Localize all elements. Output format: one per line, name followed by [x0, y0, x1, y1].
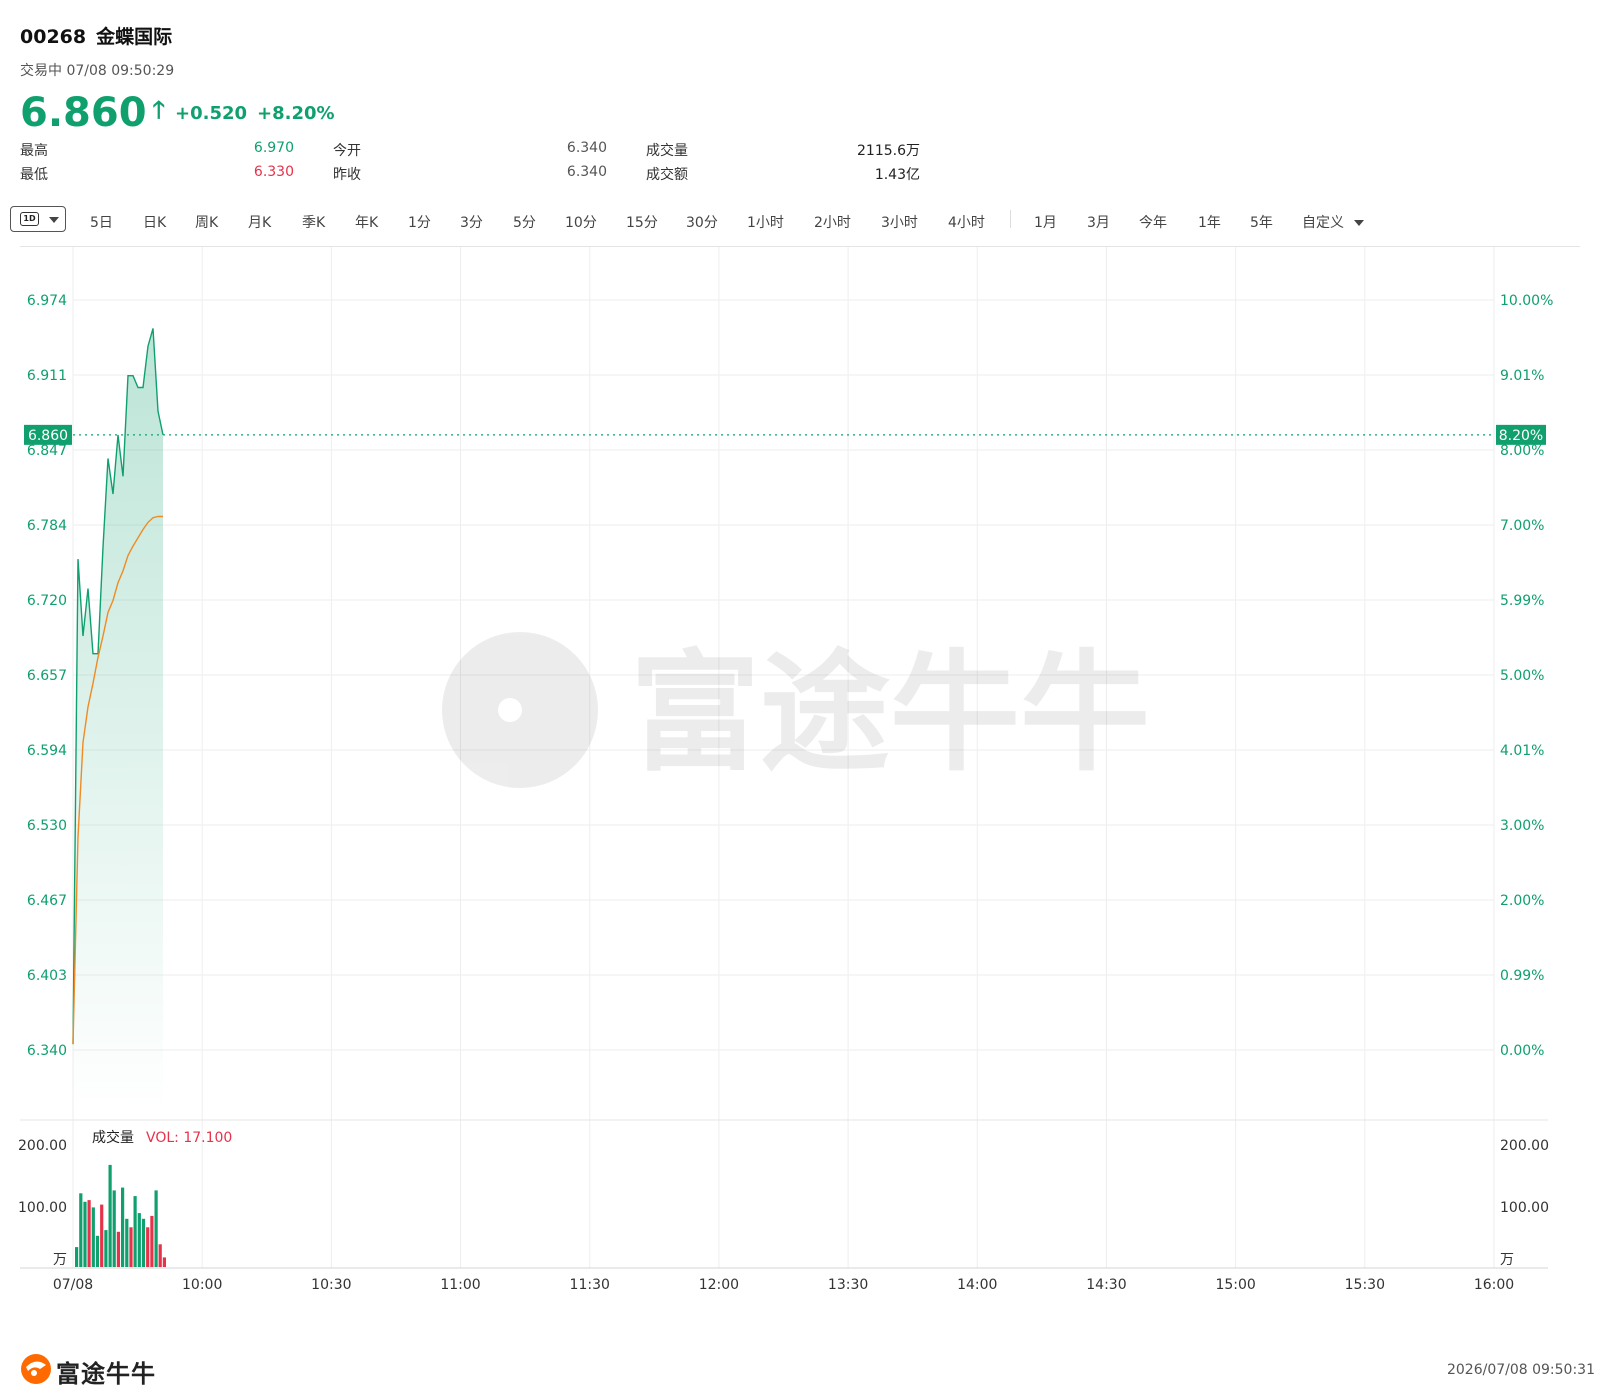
volume-bar	[87, 1200, 91, 1267]
volume-bar	[162, 1257, 166, 1267]
intraday-chart[interactable]: 富途牛牛 6.974 6.911 6.847 6.784 6.720 6.657 6.594…	[0, 0, 1613, 1350]
watermark-text: 富途牛牛	[630, 637, 1150, 789]
y-tick-label-right: 5.00%	[1500, 668, 1544, 684]
volume-y-tick-right: 100.00	[1500, 1200, 1549, 1216]
last-price-label-left: 6.860	[28, 428, 68, 444]
y-tick-label-right: 2.00%	[1500, 893, 1544, 909]
volume-bar	[83, 1201, 87, 1267]
watermark-logo-eye-icon	[498, 698, 522, 722]
x-tick-label: 10:30	[311, 1277, 351, 1293]
y-tick-label-left: 6.403	[27, 968, 67, 984]
x-tick-label: 12:00	[699, 1277, 739, 1293]
x-tick-label: 11:30	[570, 1277, 610, 1293]
volume-bar	[91, 1207, 95, 1267]
x-tick-label: 15:00	[1215, 1277, 1255, 1293]
y-tick-label-right: 8.00%	[1500, 443, 1544, 459]
x-tick-label: 11:00	[440, 1277, 480, 1293]
y-tick-label-right: 3.00%	[1500, 818, 1544, 834]
volume-bar	[100, 1204, 104, 1267]
volume-bar	[154, 1190, 158, 1267]
volume-bar	[125, 1218, 129, 1267]
y-tick-label-left: 6.784	[27, 518, 67, 534]
x-axis: 07/08 10:00 10:30 11:00 11:30 12:00 13:30 14:00…	[53, 1277, 1514, 1293]
volume-bar	[116, 1231, 120, 1267]
volume-unit-right: 万	[1500, 1252, 1514, 1268]
footer-timestamp: 2026/07/08 09:50:31	[1446, 1362, 1595, 1378]
y-tick-label-left: 6.720	[27, 593, 67, 609]
volume-chart: 成交量 VOL: 17.100 200.00 200.00 100.00 100.00 万 万	[18, 1129, 1549, 1268]
volume-bar	[75, 1247, 79, 1267]
footer-brand-text: 富途牛牛	[56, 1360, 156, 1388]
y-tick-label-right: 5.99%	[1500, 593, 1544, 609]
price-area	[72, 328, 164, 1110]
volume-bar	[79, 1193, 83, 1267]
volume-y-tick-right: 200.00	[1500, 1138, 1549, 1154]
y-axis-right: 10.00% 9.01% 8.00% 7.00% 5.99% 5.00% 4.01% 3.00…	[1500, 293, 1553, 1059]
volume-bar	[150, 1215, 154, 1267]
last-price-marker: 6.860 8.20%	[24, 424, 1546, 445]
y-tick-label-left: 6.657	[27, 668, 67, 684]
volume-bar	[95, 1235, 100, 1267]
volume-bar	[112, 1190, 116, 1267]
volume-legend: VOL: 17.100	[146, 1130, 232, 1146]
volume-bar	[121, 1187, 125, 1267]
y-tick-label-left: 6.467	[27, 893, 67, 909]
volume-unit-left: 万	[53, 1252, 67, 1268]
x-tick-label: 13:30	[828, 1277, 868, 1293]
watermark: 富途牛牛	[442, 632, 1150, 789]
volume-bar	[129, 1227, 133, 1267]
y-tick-label-right: 4.01%	[1500, 743, 1544, 759]
x-tick-label: 16:00	[1474, 1277, 1514, 1293]
x-tick-label: 07/08	[53, 1277, 93, 1293]
y-tick-label-right: 7.00%	[1500, 518, 1544, 534]
y-tick-label-right: 0.99%	[1500, 968, 1544, 984]
volume-bar	[104, 1230, 108, 1267]
y-axis-left: 6.974 6.911 6.847 6.784 6.720 6.657 6.594 6.530…	[27, 293, 67, 1059]
futu-logo-icon	[21, 1354, 51, 1384]
y-tick-label-left: 6.530	[27, 818, 67, 834]
volume-y-tick-left: 200.00	[18, 1138, 67, 1154]
x-tick-label: 14:30	[1086, 1277, 1126, 1293]
last-price-label-right: 8.20%	[1499, 428, 1543, 444]
volume-bar	[141, 1218, 146, 1267]
y-tick-label-right: 10.00%	[1500, 293, 1553, 309]
volume-bar	[133, 1196, 137, 1267]
volume-y-tick-left: 100.00	[18, 1200, 67, 1216]
y-tick-label-left: 6.911	[27, 368, 67, 384]
volume-bar	[158, 1244, 162, 1267]
volume-bar	[146, 1227, 150, 1267]
y-tick-label-left: 6.974	[27, 293, 67, 309]
y-tick-label-left: 6.340	[27, 1043, 67, 1059]
x-tick-label: 14:00	[957, 1277, 997, 1293]
x-tick-label: 10:00	[182, 1277, 222, 1293]
volume-title: 成交量	[92, 1129, 134, 1146]
volume-bar	[137, 1213, 141, 1267]
y-tick-label-left: 6.847	[27, 443, 67, 459]
x-tick-label: 15:30	[1345, 1277, 1385, 1293]
y-tick-label-right: 9.01%	[1500, 368, 1544, 384]
y-tick-label-right: 0.00%	[1500, 1043, 1544, 1059]
volume-bar	[108, 1164, 112, 1267]
y-tick-label-left: 6.594	[27, 743, 67, 759]
